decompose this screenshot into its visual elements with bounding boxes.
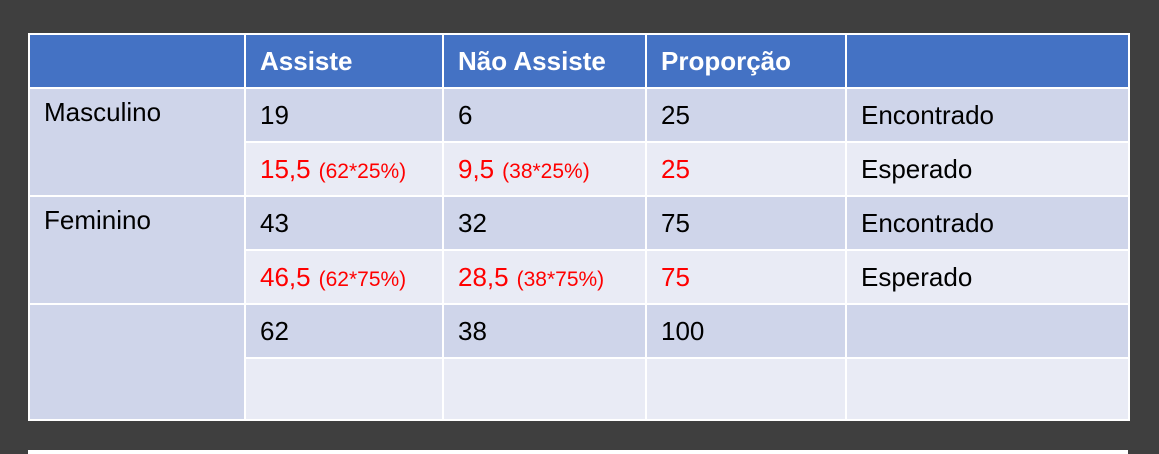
cell-masc-assiste-found: 19 [244,87,444,143]
header-cell-type [845,33,1130,89]
cell-total-type [845,303,1130,359]
expected-formula: (38*75%) [516,267,605,291]
expected-value: 25 [661,153,690,184]
header-cell-nao-assiste: Não Assiste [442,33,647,89]
expected-value: 28,5 [458,261,509,292]
cell-masc-nao-assiste-expected: 9,5 (38*25%) [442,141,647,197]
row-label-feminino: Feminino [28,195,246,305]
cell-empty [244,357,444,421]
cell-masc-proporcao-expected: 25 [645,141,847,197]
table-row: Masculino 19 6 25 Encontrado [28,87,1130,197]
header-cell-empty [28,33,246,89]
cell-total-assiste: 62 [244,303,444,359]
cell-fem-nao-assiste-found: 32 [442,195,647,251]
cell-empty [645,357,847,421]
expected-value: 46,5 [260,261,311,292]
row-label-total [28,303,246,421]
cell-masc-type-expected: Esperado [845,141,1130,197]
cell-masc-assiste-expected: 15,5 (62*25%) [244,141,444,197]
cell-fem-proporcao-found: 75 [645,195,847,251]
cell-fem-assiste-found: 43 [244,195,444,251]
expected-value: 9,5 [458,153,495,184]
cell-total-proporcao: 100 [645,303,847,359]
cell-fem-nao-assiste-expected: 28,5 (38*75%) [442,249,647,305]
header-cell-proporcao: Proporção [645,33,847,89]
table-row: Feminino 43 32 75 Encontrado [28,195,1130,305]
expected-formula: (62*25%) [318,159,407,183]
cell-fem-type-expected: Esperado [845,249,1130,305]
cell-total-nao-assiste: 38 [442,303,647,359]
expected-value: 15,5 [260,153,311,184]
cell-empty [845,357,1130,421]
cell-masc-nao-assiste-found: 6 [442,87,647,143]
expected-formula: (62*75%) [318,267,407,291]
cell-masc-type-found: Encontrado [845,87,1130,143]
expected-formula: (38*25%) [502,159,590,183]
cell-fem-type-found: Encontrado [845,195,1130,251]
expected-value: 75 [661,261,690,292]
table-header-row: Assiste Não Assiste Proporção [28,33,1130,89]
cell-fem-proporcao-expected: 75 [645,249,847,305]
table-row-total: 62 38 100 [28,303,1130,421]
slide-bottom-edge [28,450,1128,454]
cell-masc-proporcao-found: 25 [645,87,847,143]
header-cell-assiste: Assiste [244,33,444,89]
cell-fem-assiste-expected: 46,5 (62*75%) [244,249,444,305]
contingency-table: Assiste Não Assiste Proporção Masculino … [28,33,1130,421]
row-label-masculino: Masculino [28,87,246,197]
cell-empty [442,357,647,421]
